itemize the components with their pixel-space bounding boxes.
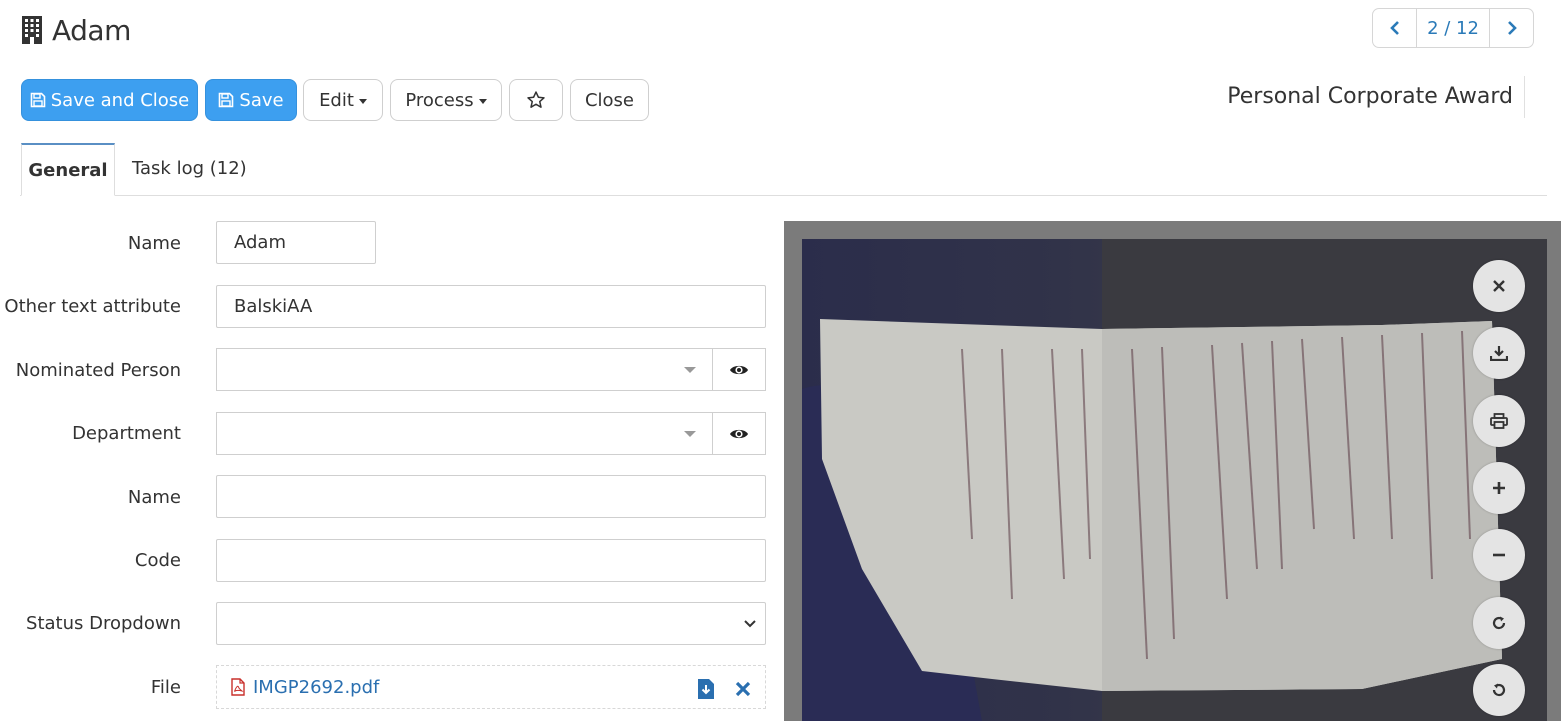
department-field xyxy=(216,412,766,455)
download-icon xyxy=(698,679,714,699)
file-link[interactable]: IMGP2692.pdf xyxy=(253,677,379,698)
page-header: Adam xyxy=(20,12,131,48)
eye-icon xyxy=(730,365,748,374)
department-select[interactable] xyxy=(217,413,712,454)
record-pager: 2 / 12 xyxy=(1372,8,1534,48)
other-text-attribute-input[interactable]: BalskiAA xyxy=(216,285,766,328)
floppy-icon xyxy=(218,92,234,108)
rotate-right-icon xyxy=(1492,616,1506,630)
save-label: Save xyxy=(239,89,284,111)
star-icon xyxy=(527,91,545,108)
building-icon xyxy=(22,16,42,44)
zoom-in-icon xyxy=(1493,482,1505,494)
close-button[interactable]: Close xyxy=(570,79,649,121)
status-dropdown-select[interactable] xyxy=(216,602,766,645)
zoom-out-button[interactable] xyxy=(1473,529,1525,581)
remove-icon xyxy=(735,681,751,697)
view-department-button[interactable] xyxy=(712,413,765,454)
tabs-divider xyxy=(20,195,1547,196)
department-label: Department xyxy=(72,423,181,444)
nominated-person-field xyxy=(216,348,766,391)
status-dropdown-label: Status Dropdown xyxy=(26,613,181,634)
file-label: File xyxy=(150,677,181,698)
favorite-button[interactable] xyxy=(509,79,563,121)
zoom-out-icon xyxy=(1493,553,1505,557)
receipt-photo xyxy=(802,239,1547,721)
save-button[interactable]: Save xyxy=(205,79,297,121)
record-type-title: Personal Corporate Award xyxy=(1227,84,1513,109)
edit-dropdown-button[interactable]: Edit xyxy=(303,79,383,121)
tab-general[interactable]: General xyxy=(21,143,115,196)
page-title: Adam xyxy=(52,13,131,47)
save-and-close-button[interactable]: Save and Close xyxy=(21,79,198,121)
divider xyxy=(1524,76,1525,118)
code-label: Code xyxy=(134,550,181,571)
process-label: Process xyxy=(405,89,474,111)
dropdown-arrow-icon xyxy=(684,367,696,373)
view-nominated-person-button[interactable] xyxy=(712,349,765,390)
other-text-attribute-label: Other text attribute xyxy=(4,296,181,317)
download-file-button[interactable] xyxy=(697,678,715,704)
dropdown-arrow-icon xyxy=(684,431,696,437)
rotate-right-button[interactable] xyxy=(1473,597,1525,649)
rotate-left-icon xyxy=(1492,683,1506,697)
chevron-right-icon xyxy=(1507,21,1517,35)
previous-record-button[interactable] xyxy=(1373,9,1416,47)
save-and-close-label: Save and Close xyxy=(50,89,190,111)
pdf-file-icon xyxy=(231,678,245,696)
download-icon xyxy=(1490,346,1508,361)
name-input[interactable]: Adam xyxy=(216,221,376,264)
name-2-input[interactable] xyxy=(216,475,766,518)
next-record-button[interactable] xyxy=(1490,9,1533,47)
caret-down-icon xyxy=(358,99,367,104)
chevron-left-icon xyxy=(1389,21,1399,35)
tab-task-log[interactable]: Task log (12) xyxy=(132,158,247,179)
rotate-left-button[interactable] xyxy=(1473,664,1525,716)
nominated-person-label: Nominated Person xyxy=(15,360,181,381)
eye-icon xyxy=(730,429,748,438)
code-input[interactable] xyxy=(216,539,766,582)
print-button[interactable] xyxy=(1473,395,1525,447)
zoom-in-button[interactable] xyxy=(1473,462,1525,514)
file-attachment: IMGP2692.pdf xyxy=(216,665,766,709)
caret-down-icon xyxy=(478,99,487,104)
remove-file-button[interactable] xyxy=(735,681,751,701)
process-dropdown-button[interactable]: Process xyxy=(390,79,502,121)
record-counter: 2 / 12 xyxy=(1416,9,1490,47)
close-preview-button[interactable] xyxy=(1473,260,1525,312)
edit-label: Edit xyxy=(319,89,354,111)
nominated-person-select[interactable] xyxy=(217,349,712,390)
floppy-icon xyxy=(30,92,46,108)
close-label: Close xyxy=(584,89,635,111)
name-2-label: Name xyxy=(127,487,181,508)
chevron-down-icon xyxy=(744,619,756,627)
close-icon xyxy=(1493,280,1505,292)
name-label: Name xyxy=(127,233,181,254)
print-icon xyxy=(1490,413,1508,429)
download-preview-button[interactable] xyxy=(1473,327,1525,379)
